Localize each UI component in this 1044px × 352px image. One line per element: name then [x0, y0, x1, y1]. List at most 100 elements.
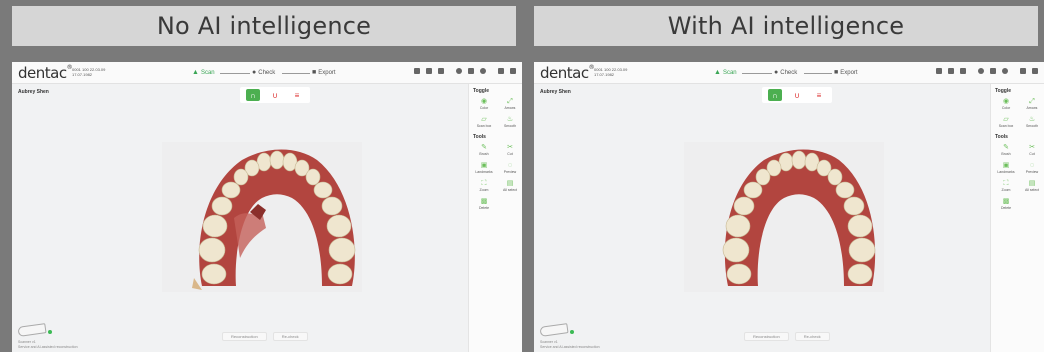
color-wheel-icon: ◉ [1002, 97, 1010, 105]
toggle-scan-box[interactable]: ▱ Scan box [472, 114, 496, 130]
tooth-icon: ♨ [506, 115, 514, 123]
save-icon[interactable] [936, 68, 942, 74]
save-icon[interactable] [414, 68, 420, 74]
app-window: dentac® 0001 100 22.03.09 17.07.1982 ▲ Sc… [534, 62, 1044, 352]
patient-name: Aubrey Shen [18, 89, 49, 95]
toggle-scan-box[interactable]: ▱ Scan box [994, 114, 1018, 130]
edit-icon[interactable] [468, 68, 474, 74]
settings-icon[interactable] [426, 68, 432, 74]
tool-zoom[interactable]: ⛶ Zoom [472, 178, 496, 194]
landmark-icon: ▣ [480, 161, 488, 169]
jaw-scan-model[interactable] [192, 148, 362, 293]
minimize-icon[interactable] [498, 68, 504, 74]
recheck-button[interactable]: Re-check [272, 332, 308, 341]
toggle-smooth[interactable]: ♨ Smooth [1020, 114, 1044, 130]
both-jaws-button[interactable]: ≡ [290, 89, 304, 101]
tool-preview[interactable]: ◌ Preview [1020, 160, 1044, 176]
app-logo: dentac® [540, 64, 595, 82]
preview-icon: ◌ [507, 161, 513, 169]
landmark-icon: ▣ [1002, 161, 1010, 169]
tool-zoom[interactable]: ⛶ Zoom [994, 178, 1018, 194]
jaw-scan-model[interactable] [714, 148, 884, 293]
lower-jaw-button[interactable]: ∪ [790, 89, 804, 101]
upper-jaw-button[interactable]: ∩ [246, 89, 260, 101]
settings-icon[interactable] [948, 68, 954, 74]
top-bar: dentac® 0001 100 22.03.09 17.07.1982 ▲ Sc… [534, 62, 1044, 84]
recheck-button[interactable]: Re-check [794, 332, 830, 341]
gear-icon[interactable] [1002, 68, 1008, 74]
step-export[interactable]: ■ Export [312, 69, 336, 76]
top-bar: dentac® 0001 100 22.03.09 17.07.1982 ▲ Sc… [12, 62, 522, 84]
toggle-color[interactable]: ◉ Color [994, 96, 1018, 112]
export-icon: ■ [312, 69, 317, 76]
help-icon[interactable] [978, 68, 984, 74]
tool-brush[interactable]: ✎ Brush [472, 142, 496, 158]
app-window: dentac® 0001 100 22.03.09 17.07.1982 ▲ Sc… [12, 62, 522, 352]
side-panel: Toggle ◉ Color ⤢ Arrows ▱ Scan box ♨ Smooth … [468, 84, 522, 352]
tool-cut[interactable]: ✂ Cut [1020, 142, 1044, 158]
help-icon[interactable] [456, 68, 462, 74]
scissors-icon: ✂ [1029, 143, 1035, 151]
footer-buttons: Reconstruction Re-check [744, 332, 830, 341]
tools-grid: ✎ Brush ✂ Cut ▣ Landmarks ◌ Preview ⛶ Zoom ▤ A… [991, 142, 1044, 212]
panel-title: With AI intelligence [534, 6, 1038, 46]
patient-name: Aubrey Shen [540, 89, 571, 95]
comparison-page: No AI intelligence dentac® 0001 100 22.0… [0, 0, 1044, 352]
workflow-steps: ▲ Scan ● Check ■ Export [714, 69, 864, 79]
footer-text: Scanner v1 Service and AI-assisted recon… [18, 340, 78, 349]
close-icon[interactable] [1032, 68, 1038, 74]
tool-delete[interactable]: ▩ Delete [472, 196, 496, 212]
tool-delete[interactable]: ▩ Delete [994, 196, 1018, 212]
case-meta: 0001 100 22.03.09 17.07.1982 [72, 67, 106, 77]
scissors-icon: ✂ [507, 143, 513, 151]
step-check[interactable]: ● Check [774, 69, 797, 76]
layers-icon[interactable] [438, 68, 444, 74]
step-connector [742, 73, 772, 74]
tool-preview[interactable]: ◌ Preview [498, 160, 522, 176]
toggle-arrows[interactable]: ⤢ Arrows [498, 96, 522, 112]
tool-all-select[interactable]: ▤ All select [498, 178, 522, 194]
tool-cut[interactable]: ✂ Cut [498, 142, 522, 158]
scanner-icon [17, 323, 47, 337]
status-dot [48, 330, 52, 334]
jaw-toggle: ∩ ∪ ≡ [762, 87, 832, 103]
select-all-icon: ▤ [506, 179, 514, 187]
step-connector [804, 73, 832, 74]
toolbar-icons [936, 68, 1038, 74]
workflow-steps: ▲ Scan ● Check ■ Export [192, 69, 342, 79]
toggle-smooth[interactable]: ♨ Smooth [498, 114, 522, 130]
footer: Scanner v1 Service and AI-assisted recon… [12, 322, 468, 352]
tooth-icon: ♨ [1028, 115, 1036, 123]
panel-no-ai: No AI intelligence dentac® 0001 100 22.0… [6, 0, 522, 352]
minimize-icon[interactable] [1020, 68, 1026, 74]
step-scan[interactable]: ▲ Scan [192, 69, 215, 76]
footer-text: Scanner v1 Service and AI-assisted recon… [540, 340, 600, 349]
toggle-color[interactable]: ◉ Color [472, 96, 496, 112]
arrows-icon: ⤢ [507, 97, 513, 105]
check-icon: ● [774, 69, 779, 76]
toggle-section-title: Toggle [995, 88, 1012, 94]
step-scan[interactable]: ▲ Scan [714, 69, 737, 76]
layers-icon[interactable] [960, 68, 966, 74]
step-export[interactable]: ■ Export [834, 69, 858, 76]
gear-icon[interactable] [480, 68, 486, 74]
toggle-arrows[interactable]: ⤢ Arrows [1020, 96, 1044, 112]
select-all-icon: ▤ [1028, 179, 1036, 187]
edit-icon[interactable] [990, 68, 996, 74]
tool-landmarks[interactable]: ▣ Landmarks [994, 160, 1018, 176]
step-check[interactable]: ● Check [252, 69, 275, 76]
tool-all-select[interactable]: ▤ All select [1020, 178, 1044, 194]
close-icon[interactable] [510, 68, 516, 74]
reconstruction-button[interactable]: Reconstruction [744, 332, 789, 341]
scan-box-icon: ▱ [481, 115, 487, 123]
reconstruction-button[interactable]: Reconstruction [222, 332, 267, 341]
panel-title: No AI intelligence [12, 6, 516, 46]
scan-icon: ▲ [714, 69, 721, 76]
tool-landmarks[interactable]: ▣ Landmarks [472, 160, 496, 176]
toggle-grid: ◉ Color ⤢ Arrows ▱ Scan box ♨ Smooth [469, 96, 522, 130]
lower-jaw-button[interactable]: ∪ [268, 89, 282, 101]
upper-jaw-button[interactable]: ∩ [768, 89, 782, 101]
toolbar-icons [414, 68, 516, 74]
both-jaws-button[interactable]: ≡ [812, 89, 826, 101]
tool-brush[interactable]: ✎ Brush [994, 142, 1018, 158]
